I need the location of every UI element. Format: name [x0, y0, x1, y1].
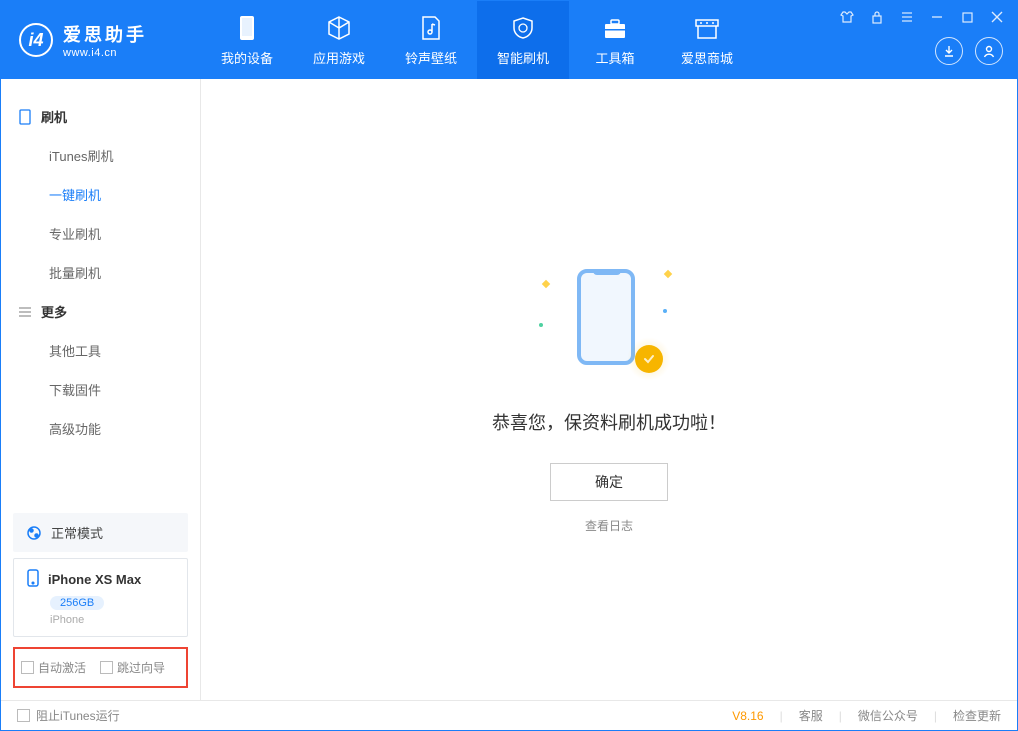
- checkbox-icon: [17, 709, 30, 722]
- mode-label: 正常模式: [51, 523, 103, 542]
- store-icon: [693, 14, 721, 42]
- device-icon: [233, 14, 261, 42]
- tab-label: 铃声壁纸: [405, 48, 457, 67]
- download-button[interactable]: [935, 37, 963, 65]
- ok-button[interactable]: 确定: [550, 463, 668, 501]
- sidebar-item-advanced[interactable]: 高级功能: [1, 409, 200, 448]
- checkbox-label: 自动激活: [38, 659, 86, 676]
- sidebar: 刷机 iTunes刷机 一键刷机 专业刷机 批量刷机 更多 其他工具 下载固件 …: [1, 79, 201, 700]
- body: 刷机 iTunes刷机 一键刷机 专业刷机 批量刷机 更多 其他工具 下载固件 …: [1, 79, 1017, 700]
- tab-label: 智能刷机: [497, 48, 549, 67]
- app-logo-icon: i4: [19, 23, 53, 57]
- toolbox-icon: [601, 14, 629, 42]
- options-highlight-box: 自动激活 跳过向导: [13, 647, 188, 688]
- device-name: iPhone XS Max: [48, 572, 141, 587]
- skin-icon[interactable]: [837, 7, 857, 27]
- checkbox-icon: [100, 661, 113, 674]
- device-card[interactable]: iPhone XS Max 256GB iPhone: [13, 558, 188, 637]
- section-title: 更多: [41, 302, 67, 321]
- header-actions: [935, 37, 1003, 65]
- cube-icon: [325, 14, 353, 42]
- mode-icon: [25, 524, 43, 542]
- mode-card[interactable]: 正常模式: [13, 513, 188, 552]
- view-log-link[interactable]: 查看日志: [585, 517, 633, 534]
- checkbox-label: 跳过向导: [117, 659, 165, 676]
- device-phone-icon: [26, 569, 40, 590]
- success-illustration: [549, 269, 669, 379]
- section-title: 刷机: [41, 107, 67, 126]
- close-button[interactable]: [987, 7, 1007, 27]
- tab-label: 我的设备: [221, 48, 273, 67]
- refresh-shield-icon: [509, 14, 537, 42]
- minimize-button[interactable]: [927, 7, 947, 27]
- tab-store[interactable]: 爱思商城: [661, 1, 753, 79]
- tab-label: 工具箱: [595, 48, 634, 67]
- menu-icon[interactable]: [897, 7, 917, 27]
- app-url: www.i4.cn: [63, 47, 147, 59]
- list-icon: [17, 306, 33, 318]
- sidebar-item-oneclick-flash[interactable]: 一键刷机: [1, 175, 200, 214]
- tab-toolbox[interactable]: 工具箱: [569, 1, 661, 79]
- tab-label: 爱思商城: [681, 48, 733, 67]
- nav-tabs: 我的设备 应用游戏 铃声壁纸 智能刷机 工具箱 爱思商城: [201, 1, 753, 79]
- sidebar-section-flash: 刷机: [1, 97, 200, 136]
- sidebar-item-pro-flash[interactable]: 专业刷机: [1, 214, 200, 253]
- checkbox-skip-guide[interactable]: 跳过向导: [100, 659, 165, 676]
- device-capacity: 256GB: [50, 596, 104, 610]
- sidebar-section-more: 更多: [1, 292, 200, 331]
- check-badge-icon: [635, 345, 663, 373]
- lock-icon[interactable]: [867, 7, 887, 27]
- music-file-icon: [417, 14, 445, 42]
- logo-text: 爱思助手 www.i4.cn: [63, 21, 147, 59]
- footer: 阻止iTunes运行 V8.16 | 客服 | 微信公众号 | 检查更新: [1, 700, 1017, 730]
- logo: i4 爱思助手 www.i4.cn: [1, 21, 201, 59]
- phone-icon: [17, 109, 33, 125]
- tab-ringtones[interactable]: 铃声壁纸: [385, 1, 477, 79]
- checkbox-label: 阻止iTunes运行: [36, 707, 120, 724]
- tab-label: 应用游戏: [313, 48, 365, 67]
- sidebar-item-download-firmware[interactable]: 下载固件: [1, 370, 200, 409]
- tab-flash[interactable]: 智能刷机: [477, 1, 569, 79]
- maximize-button[interactable]: [957, 7, 977, 27]
- app-header: i4 爱思助手 www.i4.cn 我的设备 应用游戏 铃声壁纸 智能刷机 工具…: [1, 1, 1017, 79]
- device-type: iPhone: [50, 614, 175, 626]
- checkbox-icon: [21, 661, 34, 674]
- user-button[interactable]: [975, 37, 1003, 65]
- tab-my-device[interactable]: 我的设备: [201, 1, 293, 79]
- sidebar-item-batch-flash[interactable]: 批量刷机: [1, 253, 200, 292]
- checkbox-auto-activate[interactable]: 自动激活: [21, 659, 86, 676]
- app-name: 爱思助手: [63, 21, 147, 47]
- main-content: 恭喜您，保资料刷机成功啦！ 确定 查看日志: [201, 79, 1017, 700]
- window-controls: [837, 7, 1007, 27]
- check-update-link[interactable]: 检查更新: [953, 707, 1001, 724]
- sidebar-item-itunes-flash[interactable]: iTunes刷机: [1, 136, 200, 175]
- wechat-link[interactable]: 微信公众号: [858, 707, 918, 724]
- support-link[interactable]: 客服: [799, 707, 823, 724]
- tab-apps[interactable]: 应用游戏: [293, 1, 385, 79]
- sidebar-item-other-tools[interactable]: 其他工具: [1, 331, 200, 370]
- checkbox-block-itunes[interactable]: 阻止iTunes运行: [17, 707, 120, 724]
- success-message: 恭喜您，保资料刷机成功啦！: [492, 409, 726, 435]
- version-label: V8.16: [732, 709, 763, 723]
